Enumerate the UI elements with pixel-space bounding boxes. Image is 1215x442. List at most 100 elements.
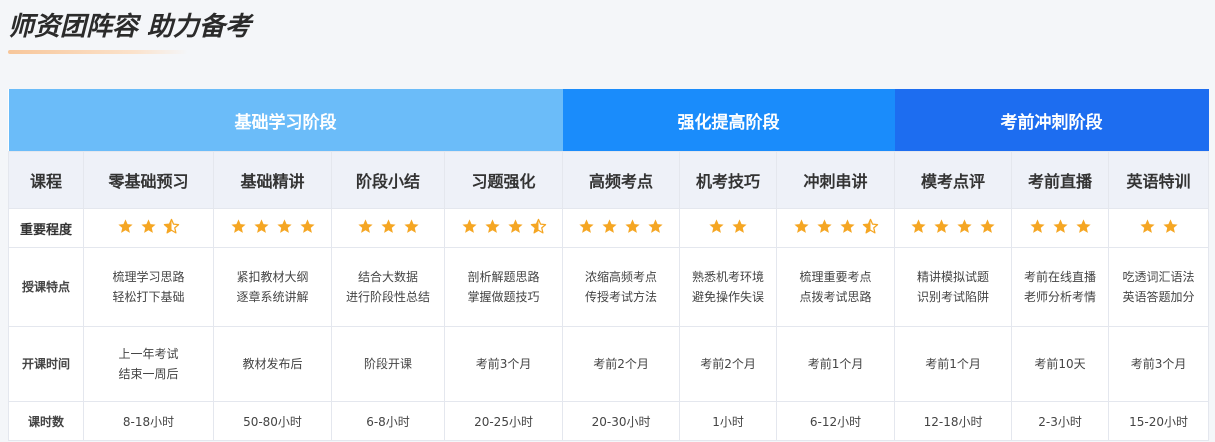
feature-line: 浓缩高频考点 [585,270,658,284]
feature-line: 点拨考试思路 [799,290,872,304]
feature-line: 逐章系统讲解 [236,290,309,304]
start-time-line: 考前10天 [1034,357,1086,371]
feature-cell: 结合大数据进行阶段性总结 [331,247,445,327]
star-icon [732,218,747,233]
star-icon [1139,218,1155,233]
row-label-hours: 课时数 [8,401,84,441]
page-title: 师资团阵容 助力备考 [8,12,252,42]
feature-line: 英语答题加分 [1122,290,1195,304]
course-name: 零基础预习 [83,151,214,209]
start-time-line: 考前1个月 [807,357,864,371]
stage-header-row: 基础学习阶段 强化提高阶段 考前冲刺阶段 [8,89,1209,152]
feature-cell: 吃透词汇语法 英语答题加分 [1108,247,1210,327]
star-icon [299,218,315,233]
feature-line: 传授考试方法 [585,290,658,304]
star-icon [602,218,617,233]
star-icon [957,218,972,233]
star-icon [980,218,995,233]
star-icon [934,218,949,233]
star-icon [118,218,133,233]
feature-line: 结合大数据 [357,270,418,284]
star-rating [708,218,748,235]
star-rating [793,218,879,235]
star-rating [1139,218,1179,235]
star-icon [484,218,500,233]
hours-cell: 8-18小时 [83,401,214,441]
course-name: 考前直播 [1011,151,1110,209]
feature-cell: 剖析解题思路 掌握做题技巧 [443,247,564,327]
start-time-cell: 阶段开课 [331,326,445,402]
star-icon [839,218,855,233]
feature-cell: 梳理学习思路 轻松打下基础 [83,247,214,327]
feature-line: 紧扣教材大纲 [236,270,309,284]
start-time-cell: 考前2个月 [679,326,778,402]
hours-cell: 6-8小时 [331,401,445,441]
feature-line: 识别考试陷阱 [917,290,990,304]
row-label-course: 课程 [8,151,84,209]
star-icon [380,218,396,233]
start-time-cell: 考前1个月 [894,326,1013,402]
start-time-line: 考前3个月 [475,357,532,371]
start-time-row: 开课时间 上一年考试 结束一周后 教材发布后 阶段开课 考前3个月 考前2个月 考前2个月 考… [8,326,1210,402]
feature-line: 精讲模拟试题 [917,270,990,284]
importance-cell [1108,208,1210,248]
course-name: 阶段小结 [331,151,445,209]
star-icon [507,218,523,233]
hours-cell: 12-18小时 [894,401,1013,441]
course-name: 模考点评 [894,151,1013,209]
hours-cell: 6-12小时 [776,401,896,441]
star-icon [403,218,419,233]
row-label-features: 授课特点 [8,247,84,327]
feature-line: 老师分析考情 [1024,290,1097,304]
star-icon [357,218,373,233]
star-rating [461,218,547,235]
importance-cell [331,208,445,248]
hours-cell: 20-30小时 [562,401,681,441]
half-star-icon [862,218,878,234]
course-name: 基础精讲 [213,151,332,209]
course-schedule-table: 基础学习阶段 强化提高阶段 考前冲刺阶段 课程 零基础预习 基础精讲 阶段小结 习题强… [8,89,1210,441]
importance-cell [213,208,332,248]
half-star-icon [163,218,180,234]
importance-cell [679,208,778,248]
star-rating [117,218,180,235]
half-star-icon [530,218,546,234]
feature-cell: 精讲模拟试题 识别考试陷阱 [894,247,1013,327]
start-time-line: 上一年考试 [118,347,179,361]
feature-line: 剖析解题思路 [467,270,540,284]
stage-basic: 基础学习阶段 [8,89,563,152]
start-time-cell: 考前2个月 [562,326,681,402]
star-rating [1029,218,1092,235]
star-icon [816,218,832,233]
star-icon [625,218,640,233]
star-icon [230,218,246,233]
start-time-line: 教材发布后 [242,357,303,371]
feature-line: 梳理学习思路 [112,270,185,284]
start-time-cell: 考前10天 [1011,326,1110,402]
star-rating [910,218,996,235]
feature-cell: 考前在线直播 老师分析考情 [1011,247,1110,327]
course-name: 英语特训 [1108,151,1210,209]
importance-cell [894,208,1013,248]
stage-sprint: 考前冲刺阶段 [894,89,1209,152]
feature-line: 熟悉机考环境 [692,270,765,284]
feature-line: 进行阶段性总结 [345,290,430,304]
hours-row: 课时数 8-18小时 50-80小时 6-8小时 20-25小时 20-30小时 1小时 6… [8,401,1210,441]
star-icon [1162,218,1178,233]
start-time-cell: 上一年考试 结束一周后 [83,326,214,402]
feature-line: 掌握做题技巧 [467,290,540,304]
star-rating [357,218,420,235]
star-icon [253,218,269,233]
feature-line: 轻松打下基础 [112,290,185,304]
importance-cell [562,208,681,248]
start-time-line: 考前3个月 [1130,357,1187,371]
importance-cell [1011,208,1110,248]
course-name: 习题强化 [443,151,564,209]
star-icon [579,218,594,233]
start-time-cell: 考前3个月 [1108,326,1210,402]
feature-line: 梳理重要考点 [799,270,872,284]
course-row: 课程 零基础预习 基础精讲 阶段小结 习题强化 高频考点 机考技巧 冲刺串讲 模考点评 考前直播… [8,151,1210,209]
start-time-line: 考前2个月 [593,357,649,371]
star-rating [578,218,664,235]
importance-row: 重要程度 [8,208,1210,248]
